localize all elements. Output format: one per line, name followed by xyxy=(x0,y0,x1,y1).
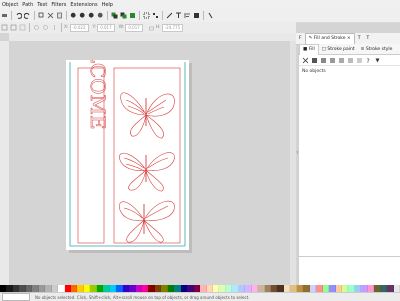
flat-color-icon[interactable] xyxy=(311,57,318,64)
select-all-icon[interactable] xyxy=(1,24,8,31)
no-objects-message: No objects xyxy=(302,69,326,74)
fill-rule-icon[interactable] xyxy=(374,57,381,64)
tab-fill-and-stroke[interactable]: ✎ Fill and Stroke × xyxy=(304,33,355,44)
y-input[interactable]: 0.017 xyxy=(97,23,115,32)
subtab-stroke-paint-label: Stroke paint xyxy=(327,46,355,52)
menu-path[interactable]: Path xyxy=(20,2,35,8)
paste-icon[interactable] xyxy=(56,12,63,19)
xml-editor-icon[interactable] xyxy=(193,12,200,19)
svg-text:?: ? xyxy=(367,58,370,64)
toolbar-separator xyxy=(29,23,30,32)
menu-extensions[interactable]: Extensions xyxy=(68,2,99,8)
menu-help[interactable]: Help xyxy=(100,2,115,8)
fill-stroke-subtabs: ■ Fill □ Stroke paint ≡ Stroke style xyxy=(299,43,400,55)
document-page[interactable]: WELCOME xyxy=(66,14,189,250)
ungroup-icon[interactable] xyxy=(152,12,159,19)
w-label: W: xyxy=(118,25,125,30)
x-label: X: xyxy=(64,25,69,30)
tab-t1[interactable]: T xyxy=(355,34,364,44)
subtab-stroke-style[interactable]: ≡ Stroke style xyxy=(358,44,396,54)
select-all-layers-icon[interactable] xyxy=(10,24,17,31)
paint-type-row: ? xyxy=(299,55,400,66)
toolbar-separator xyxy=(203,11,204,20)
close-tab-icon[interactable]: × xyxy=(345,34,351,44)
no-paint-icon[interactable] xyxy=(302,57,309,64)
tab-t2[interactable]: T xyxy=(363,34,372,44)
toolbar-separator xyxy=(139,11,140,20)
rotate-cw-icon[interactable] xyxy=(42,24,49,31)
flip-icon[interactable] xyxy=(51,24,58,31)
w-field: W: 0.017 xyxy=(118,23,143,32)
drawing-canvas[interactable]: WELCOME xyxy=(9,14,296,285)
group-icon[interactable] xyxy=(143,12,150,19)
menu-text[interactable]: Text xyxy=(35,2,49,8)
panel-divider xyxy=(299,256,400,257)
toolbar-separator xyxy=(107,11,108,20)
menu-bar: Object Path Text Filters Extensions Help xyxy=(0,0,400,9)
menu-filters[interactable]: Filters xyxy=(49,2,68,8)
palette-swatch[interactable] xyxy=(393,285,400,292)
copy-icon[interactable] xyxy=(38,12,45,19)
subtab-fill-label: Fill xyxy=(308,47,315,52)
x-field: X: -0.022 xyxy=(64,23,89,32)
deselect-icon[interactable] xyxy=(19,24,26,31)
undo-icon[interactable] xyxy=(15,12,22,19)
radial-gradient-icon[interactable] xyxy=(329,57,336,64)
zoom-drawing-icon[interactable] xyxy=(79,12,86,19)
toolbar-separator xyxy=(162,11,163,20)
design-artwork[interactable]: WELCOME xyxy=(66,14,189,250)
butterfly-middle xyxy=(119,152,175,192)
butterfly-bottom xyxy=(119,200,175,243)
toolbar-separator xyxy=(34,11,35,20)
rotate-ccw-icon[interactable] xyxy=(33,24,40,31)
y-field: Y: 0.017 xyxy=(92,23,115,32)
butterfly-top xyxy=(120,92,175,139)
subtab-fill[interactable]: ■ Fill xyxy=(299,43,319,55)
toolbar-separator xyxy=(11,11,12,20)
text-font-icon[interactable] xyxy=(175,12,182,19)
status-message: No objects selected. Click, Shift+click,… xyxy=(35,294,250,300)
subtab-stroke-paint[interactable]: □ Stroke paint xyxy=(319,44,358,54)
x-input[interactable]: -0.022 xyxy=(69,23,89,32)
y-label: Y: xyxy=(92,25,97,30)
cut-icon[interactable] xyxy=(47,12,54,19)
w-input[interactable]: 0.017 xyxy=(125,23,143,32)
zoom-width-icon[interactable] xyxy=(97,12,104,19)
print-icon[interactable] xyxy=(1,12,8,19)
preferences-icon[interactable] xyxy=(207,12,214,19)
vertical-scrollbar[interactable] xyxy=(290,41,296,285)
fill-stroke-panel: ■ Fill □ Stroke paint ≡ Stroke style ? N… xyxy=(298,43,400,285)
unset-paint-icon[interactable]: ? xyxy=(365,57,372,64)
toolbar-separator xyxy=(61,23,62,32)
color-palette xyxy=(0,285,400,292)
welcome-text: WELCOME xyxy=(86,60,110,130)
redo-icon[interactable] xyxy=(24,12,31,19)
zoom-selection-icon[interactable] xyxy=(70,12,77,19)
linear-gradient-icon[interactable] xyxy=(320,57,327,64)
tab-f[interactable]: F xyxy=(296,34,305,44)
h-field: H: -24.775 xyxy=(155,23,184,32)
toolbar-separator xyxy=(66,11,67,20)
clone-icon[interactable] xyxy=(120,12,127,19)
pattern-icon[interactable] xyxy=(347,57,354,64)
h-label: H: xyxy=(155,25,161,30)
zoom-page-icon[interactable] xyxy=(88,12,95,19)
unlink-clone-icon[interactable] xyxy=(129,12,136,19)
swatch-icon[interactable] xyxy=(356,57,363,64)
menu-object[interactable]: Object xyxy=(0,2,20,8)
fill-stroke-icon[interactable] xyxy=(166,12,173,19)
align-distribute-icon[interactable] xyxy=(184,12,191,19)
lock-ratio-icon[interactable] xyxy=(148,24,155,31)
commands-toolbar xyxy=(0,9,400,23)
mesh-gradient-icon[interactable] xyxy=(338,57,345,64)
duplicate-icon[interactable] xyxy=(111,12,118,19)
h-input[interactable]: -24.775 xyxy=(161,23,184,32)
subtab-stroke-style-label: Stroke style xyxy=(365,46,393,52)
tab-fill-and-stroke-label: Fill and Stroke xyxy=(313,36,346,41)
